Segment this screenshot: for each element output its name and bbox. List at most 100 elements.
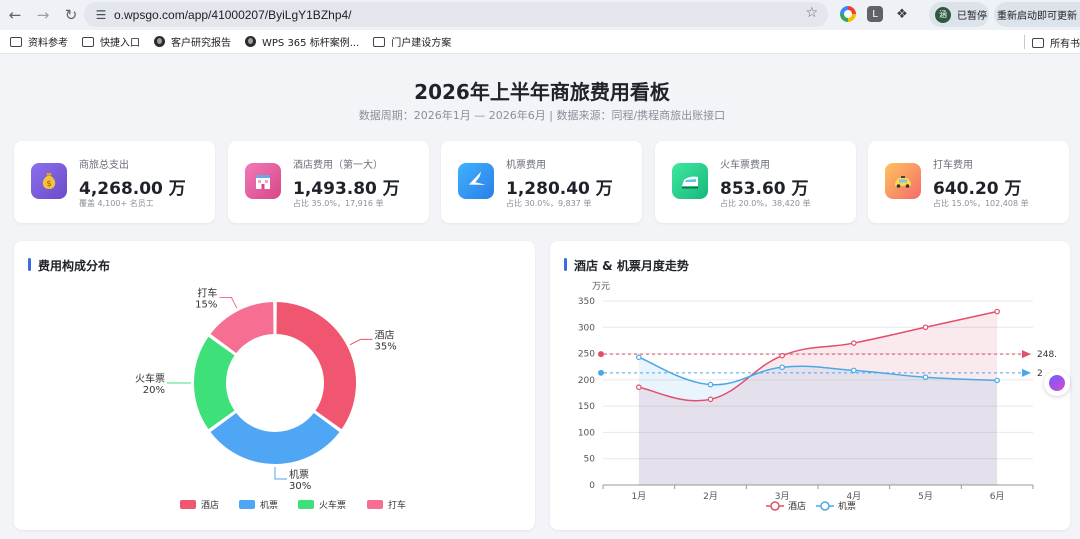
kpi-label: 火车票费用 <box>720 160 770 171</box>
legend-label: 酒店 <box>201 499 219 511</box>
y-tick-label: 250 <box>578 350 595 360</box>
airplane-icon <box>458 163 494 199</box>
y-tick-label: 50 <box>584 455 596 465</box>
avatar: 涵 <box>935 6 951 23</box>
globe-icon <box>245 36 256 47</box>
profile-button[interactable]: 涵 已暂停 <box>929 2 989 27</box>
kpi-sub: 占比 35.0%，17,916 单 <box>293 199 384 208</box>
bookmark-link[interactable]: WPS 365 标杆案例... <box>245 34 359 49</box>
profile-status: 已暂停 <box>957 11 987 22</box>
globe-icon <box>154 36 165 47</box>
markline-label: 2 <box>1037 369 1043 379</box>
kpi-sub: 占比 15.0%，102,408 单 <box>933 199 1029 208</box>
legend-label: 酒店 <box>788 500 806 512</box>
y-tick-label: 350 <box>578 297 595 307</box>
x-tick-label: 2月 <box>703 491 718 502</box>
legend-swatch <box>239 500 255 509</box>
legend-label: 机票 <box>838 500 856 512</box>
donut-slice-1 <box>207 410 343 466</box>
donut-label: 火车票 <box>135 372 165 385</box>
y-tick-label: 200 <box>578 376 595 386</box>
kpi-card-taxi: 打车费用 640.20 万 占比 15.0%，102,408 单 <box>868 141 1069 223</box>
donut-chart: 酒店35%机票30%火车票20%打车15%酒店 机票 火车票 打车 <box>135 286 406 511</box>
x-tick-label: 3月 <box>775 491 790 502</box>
data-point <box>636 384 642 391</box>
markline-arrow <box>1022 350 1031 359</box>
train-icon <box>672 163 708 199</box>
bookmark-folder[interactable]: 快捷入口 <box>82 34 140 49</box>
back-icon[interactable]: ← <box>2 2 28 28</box>
kpi-value: 640.20 万 <box>933 179 1022 199</box>
address-bar[interactable]: ☰ o.wpsgo.com/app/41000207/ByiLgY1BZhp4/… <box>84 2 828 27</box>
y-tick-label: 100 <box>578 428 595 438</box>
kpi-card-hotel: 酒店费用（第一大） 1,493.80 万 占比 35.0%，17,916 单 <box>228 141 429 223</box>
donut-value-label: 15% <box>195 299 217 310</box>
page-subtitle: 数据周期：2026年1月 — 2026年6月 | 数据来源：同程/携程商旅出账接… <box>358 109 726 122</box>
legend-swatch <box>298 500 314 509</box>
kpi-card-total: $ 商旅总支出 4,268.00 万 覆盖 4,100+ 名员工 <box>14 141 215 223</box>
line-chart: 万元 0 50 100 150 200 250 300 350 1月 2月 3月 4月 5月 6月 248. 2… <box>578 282 1057 512</box>
y-axis-label: 万元 <box>592 282 610 292</box>
folder-icon <box>82 36 94 47</box>
folder-icon <box>10 36 22 47</box>
markline-start-dot <box>598 351 604 358</box>
kpi-card-flight: 机票费用 1,280.40 万 占比 30.0%，9,837 单 <box>441 141 642 223</box>
kpi-card-train: 火车票费用 853.60 万 占比 20.0%，38,420 单 <box>655 141 856 223</box>
color-extension-icon[interactable] <box>840 6 856 22</box>
kpi-label: 打车费用 <box>933 160 973 171</box>
folder-icon <box>373 36 386 47</box>
cost-composition-panel: 费用构成分布 酒店 35% 机票 30% 火车票 20% 打车 15% 酒店 机票 火车票 打车 <box>14 241 535 530</box>
x-tick-label: 6月 <box>990 491 1005 502</box>
legend-marker <box>820 501 830 511</box>
page-title: 2026年上半年商旅费用看板 <box>414 80 670 104</box>
data-point <box>707 381 714 388</box>
donut-label: 打车 <box>197 286 217 299</box>
assistant-float-button[interactable] <box>1044 370 1070 396</box>
donut-leader-line <box>349 338 373 346</box>
data-point <box>994 377 1000 384</box>
markline-arrow <box>1022 368 1031 377</box>
donut-leader-line <box>274 467 287 480</box>
kpi-sub: 覆盖 4,100+ 名员工 <box>79 199 154 208</box>
markline-label: 248. <box>1037 350 1057 360</box>
bookmark-folder[interactable]: 门户建设方案 <box>373 34 451 49</box>
kpi-value: 1,280.40 万 <box>506 179 613 199</box>
forward-icon[interactable]: → <box>30 2 56 28</box>
data-point <box>922 374 929 381</box>
bookmark-link[interactable]: 客户研究报告 <box>154 34 231 49</box>
folder-icon <box>1032 37 1044 48</box>
data-point <box>779 364 785 371</box>
y-tick-label: 0 <box>589 481 595 491</box>
legend-label: 火车票 <box>319 499 346 511</box>
reload-icon[interactable]: ↻ <box>58 2 84 28</box>
donut-value-label: 20% <box>143 385 165 396</box>
all-bookmarks-button[interactable]: 所有书 <box>1032 35 1080 50</box>
hotel-icon <box>245 163 281 199</box>
money-bag-icon: $ <box>31 163 67 199</box>
data-point <box>636 354 642 361</box>
donut-label: 机票 <box>289 468 309 481</box>
bookmarks-bar: 资料参考 快捷入口 客户研究报告 WPS 365 标杆案例... 门户建设方案 … <box>0 30 1080 54</box>
bookmark-star-icon[interactable]: ☆ <box>805 5 818 21</box>
kpi-label: 酒店费用（第一大） <box>293 160 383 171</box>
url-text: o.wpsgo.com/app/41000207/ByiLgY1BZhp4/ <box>114 7 352 22</box>
data-point <box>994 308 1000 315</box>
markline-start-dot <box>598 369 604 376</box>
legend-swatch <box>180 500 196 509</box>
kpi-sub: 占比 20.0%，38,420 单 <box>720 199 811 208</box>
site-settings-icon[interactable]: ☰ <box>90 8 112 22</box>
kpi-value: 1,493.80 万 <box>293 179 400 199</box>
data-point <box>707 396 714 403</box>
assistant-avatar-icon <box>1049 375 1065 391</box>
update-restart-button[interactable]: 重新启动即可更新 <box>994 2 1080 27</box>
y-tick-label: 300 <box>578 323 595 333</box>
x-tick-label: 1月 <box>631 491 646 502</box>
extensions-puzzle-icon[interactable]: ❖ <box>894 6 910 22</box>
l-extension-icon[interactable]: L <box>867 6 883 22</box>
kpi-label: 商旅总支出 <box>79 160 129 171</box>
kpi-value: 853.60 万 <box>720 179 809 199</box>
x-tick-label: 5月 <box>918 491 933 502</box>
kpi-value: 4,268.00 万 <box>79 179 186 199</box>
bookmark-folder[interactable]: 资料参考 <box>10 34 68 49</box>
data-point <box>851 340 857 346</box>
